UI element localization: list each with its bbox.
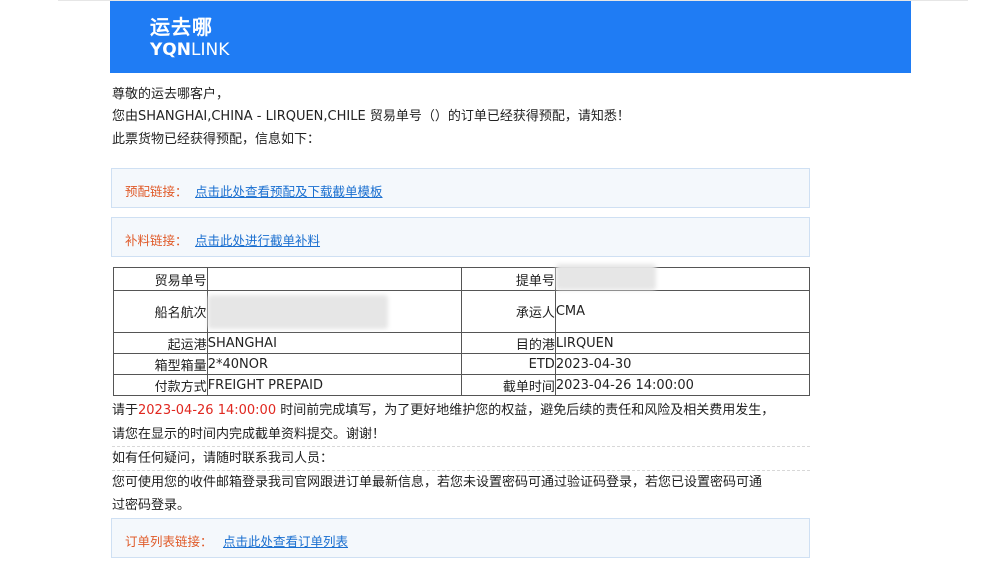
carrier-label: 承运人 [461,290,556,333]
trade-no-value [206,267,463,291]
login-text-line1: 您可使用您的收件邮箱登录我司官网跟进订单最新信息，若您未设置密码可通过验证码登录… [112,475,763,490]
redacted-bl-no [555,264,656,290]
order-list-link-label: 订单列表链接： [125,534,213,549]
brand-logo-en-light: LINK [191,40,230,60]
supplement-link[interactable]: 点击此处进行截单补料 [195,230,320,249]
info-intro-text: 此票货物已经获得预配，信息如下： [112,132,321,147]
deadline-text-line2: 请您在显示的时间内完成截单资料提交。谢谢！ [112,427,386,442]
deadline-text: 请于2023-04-26 14:00:00 时间前完成填写，为了更好地维护您的权… [112,402,774,420]
cutoff-value: 2023-04-26 14:00:00 [554,374,811,396]
brand-logo-cn: 运去哪 [150,15,213,39]
login-text-line2: 过密码登录。 [112,498,191,513]
brand-banner: 运去哪 YQNLINK [110,1,911,73]
supplement-link-label: 补料链接： [125,233,188,248]
vessel-value [206,290,463,333]
pod-label: 目的港 [461,332,556,354]
notice-text: 您由SHANGHAI,CHINA - LIRQUEN,CHILE 贸易单号（）的… [112,109,630,124]
redacted-vessel [207,294,388,329]
table-row: 箱型箱量 2*40NOR ETD 2023-04-30 [113,353,811,375]
shipment-info-table: 贸易单号 提单号 船名航次 承运人 CMA 起运港 SHANGHAI 目的港 L… [113,264,811,396]
carrier-value: CMA [554,290,811,333]
greeting-text: 尊敬的运去哪客户， [112,87,230,102]
pol-value: SHANGHAI [206,332,463,354]
bl-no-value [554,264,811,291]
deadline-prefix: 请于 [112,403,139,418]
table-row: 起运港 SHANGHAI 目的港 LIRQUEN [113,332,811,354]
preconfig-link-panel: 预配链接： 点击此处查看预配及下载截单模板 [111,168,810,208]
etd-label: ETD [461,353,556,375]
order-list-link[interactable]: 点击此处查看订单列表 [223,531,348,550]
preconfig-link[interactable]: 点击此处查看预配及下载截单模板 [195,181,383,200]
container-label: 箱型箱量 [113,353,208,375]
cutoff-label: 截单时间 [461,374,556,396]
preconfig-link-label: 预配链接： [125,184,188,199]
etd-value: 2023-04-30 [554,353,811,375]
brand-logo-en: YQNLINK [150,40,229,60]
trade-no-label: 贸易单号 [113,267,208,291]
table-row: 船名航次 承运人 CMA [113,290,811,333]
payment-value: FREIGHT PREPAID [206,374,463,396]
pod-value: LIRQUEN [554,332,811,354]
contact-text: 如有任何疑问，请随时联系我司人员： [112,451,334,466]
table-row: 贸易单号 提单号 [113,264,811,291]
container-value: 2*40NOR [206,353,463,375]
payment-label: 付款方式 [113,374,208,396]
table-row: 付款方式 FREIGHT PREPAID 截单时间 2023-04-26 14:… [113,374,811,396]
pol-label: 起运港 [113,332,208,354]
vessel-label: 船名航次 [113,290,208,333]
deadline-time: 2023-04-26 14:00:00 [138,403,277,418]
order-list-link-panel: 订单列表链接： 点击此处查看订单列表 [111,518,810,558]
supplement-link-panel: 补料链接： 点击此处进行截单补料 [111,217,810,257]
bl-no-label: 提单号 [461,267,556,291]
brand-logo-en-bold: YQN [150,40,191,60]
deadline-suffix: 时间前完成填写，为了更好地维护您的权益，避免后续的责任和风险及相关费用发生， [276,403,775,418]
dashed-divider [112,446,810,447]
dashed-divider [112,470,810,471]
